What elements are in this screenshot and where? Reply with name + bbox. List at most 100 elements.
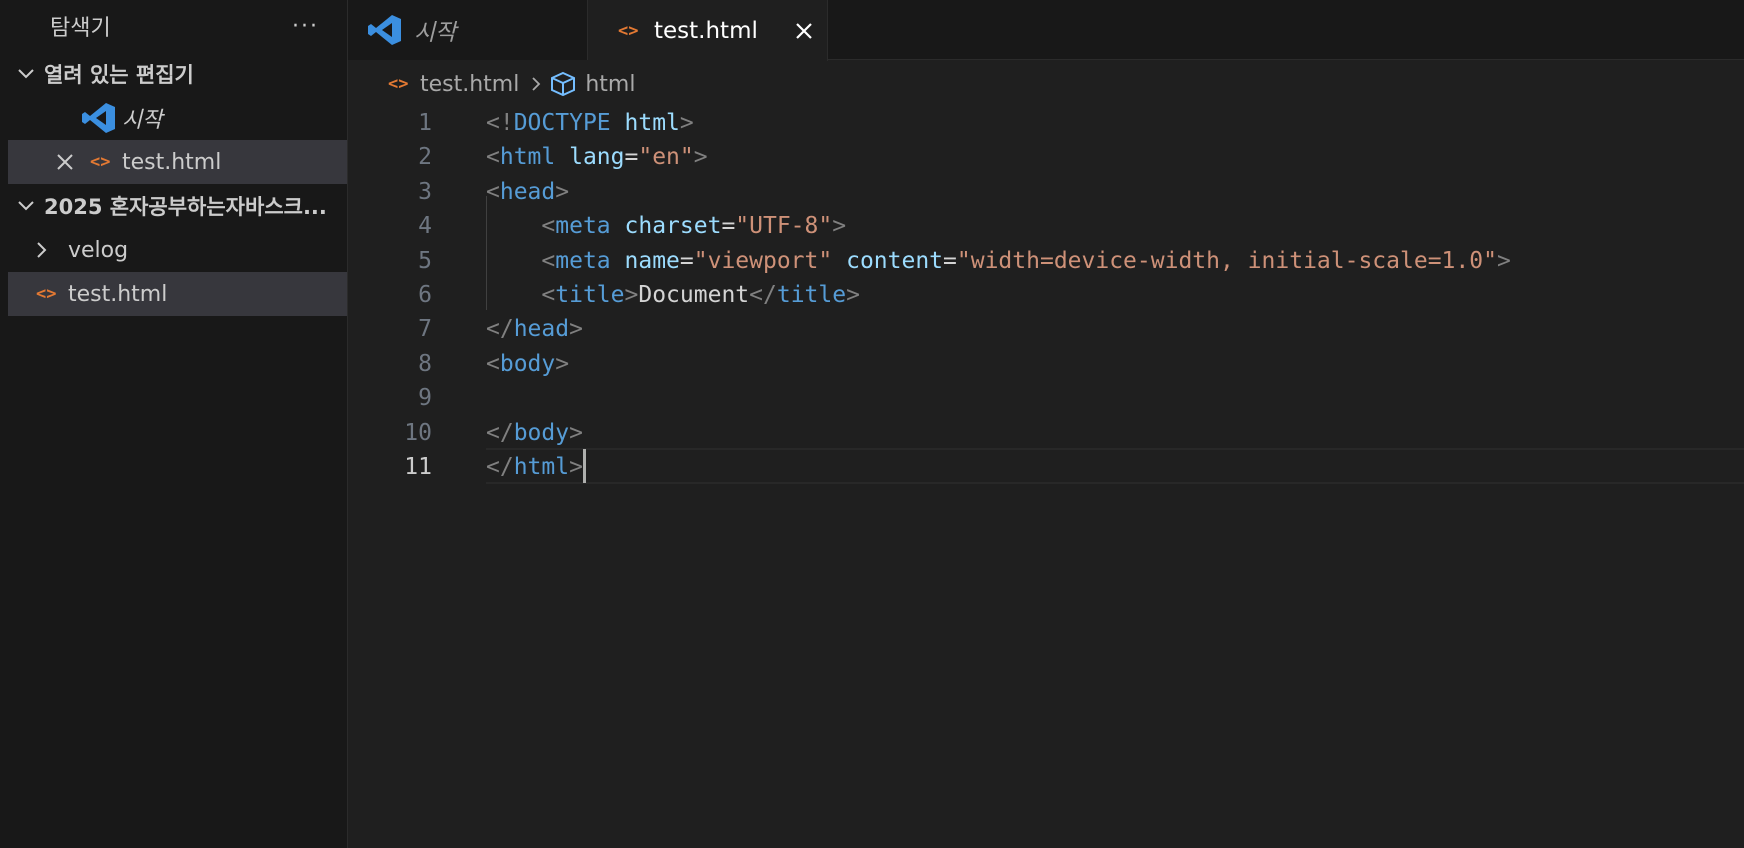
code-token-punc: >: [693, 144, 708, 171]
line-number: 7: [418, 316, 432, 343]
line-number: 6: [418, 282, 432, 308]
tab-start[interactable]: 시작: [348, 0, 588, 60]
code-token-str: "en": [638, 144, 694, 171]
explorer-sidebar: 탐색기 ··· 열려 있는 편집기 시작 <> test.html 2025 혼…: [8, 0, 348, 848]
html-file-icon: <>: [36, 284, 57, 304]
vscode-logo-icon: [368, 14, 414, 46]
line-number: 4: [418, 213, 432, 240]
code-token-punc: </: [486, 316, 514, 343]
line-number: 11: [404, 454, 432, 480]
workspace-label: 2025 혼자공부하는자바스크...: [44, 195, 327, 219]
close-icon[interactable]: [794, 21, 814, 41]
editor-tab-bar: 시작 <> test.html: [348, 0, 1744, 61]
code-line[interactable]: 6 <title>Document</title>: [348, 276, 1744, 314]
close-icon[interactable]: [56, 153, 90, 171]
code-line[interactable]: 9: [348, 379, 1744, 417]
code-text: </head>: [486, 310, 583, 348]
code-token-punc: <!: [486, 110, 514, 136]
code-token-tag: html: [499, 144, 556, 171]
code-token-tag: meta: [555, 247, 611, 274]
code-token-attr: content: [846, 247, 944, 274]
code-token-punc: </: [486, 419, 514, 446]
chevron-right-icon: [531, 76, 541, 92]
vscode-logo-icon: [82, 102, 122, 134]
tab-label: test.html: [654, 17, 758, 44]
line-number: 2: [418, 144, 432, 171]
cube-icon: [549, 71, 577, 97]
text-cursor: [582, 448, 586, 483]
open-editors-section[interactable]: 열려 있는 편집기: [8, 52, 347, 96]
code-text: <html lang="en">: [486, 138, 708, 176]
file-label: test.html: [68, 281, 168, 307]
code-line[interactable]: 3 <head>: [348, 173, 1744, 211]
code-text: <meta charset="UTF-8">: [486, 207, 846, 245]
code-token-attr: html: [624, 110, 680, 136]
code-text: </html>: [486, 448, 586, 486]
code-text: <body>: [486, 345, 569, 383]
code-line[interactable]: 7 </head>: [348, 310, 1744, 348]
breadcrumb-symbol[interactable]: html: [585, 72, 635, 97]
code-text: <head>: [486, 173, 569, 211]
code-token-tag: html: [513, 454, 570, 480]
code-token-tag: head: [513, 316, 570, 343]
code-text: <meta name="viewport" content="width=dev…: [486, 242, 1511, 280]
code-token-tag: DOCTYPE: [513, 110, 611, 136]
workspace-section[interactable]: 2025 혼자공부하는자바스크...: [8, 184, 347, 228]
open-editor-label: test.html: [122, 149, 222, 175]
code-token-punc: </: [486, 454, 514, 480]
explorer-title: 탐색기: [50, 16, 111, 41]
folder-item-velog[interactable]: velog: [8, 228, 347, 272]
breadcrumb: <> test.html html: [348, 62, 1744, 106]
code-text: </body>: [486, 414, 583, 452]
code-token-eq: =: [624, 144, 639, 171]
code-editor[interactable]: 1 <!DOCTYPE html> 2 <html lang="en"> 3 <head>…: [348, 106, 1744, 848]
chevron-down-icon: [8, 200, 44, 212]
code-token-punc: <: [486, 178, 500, 205]
code-token-punc: >: [832, 213, 847, 240]
line-number: 5: [418, 247, 432, 274]
folder-label: velog: [68, 237, 129, 263]
breadcrumb-file[interactable]: test.html: [420, 72, 519, 97]
tab-test-html[interactable]: <> test.html: [588, 0, 828, 61]
code-token-punc: >: [555, 178, 570, 205]
code-line[interactable]: 1 <!DOCTYPE html>: [348, 104, 1744, 142]
code-token-eq: =: [943, 247, 957, 274]
line-number: 8: [418, 350, 432, 377]
code-token-punc: >: [846, 282, 860, 308]
code-token-eq: =: [721, 213, 736, 240]
line-number: 3: [418, 178, 432, 205]
code-token-punc: <: [541, 247, 556, 274]
code-token-tag: title: [555, 282, 625, 308]
code-line[interactable]: 10 </body>: [348, 414, 1744, 452]
open-editors-label: 열려 있는 편집기: [44, 63, 194, 87]
code-token-punc: >: [679, 110, 694, 136]
code-token-punc: <: [486, 350, 500, 377]
code-line[interactable]: 8 <body>: [348, 345, 1744, 383]
open-editor-label: 시작: [122, 108, 163, 133]
open-editor-item-start[interactable]: 시작: [8, 96, 347, 140]
code-token-punc: <: [541, 282, 556, 308]
code-line[interactable]: 11 </html>: [348, 448, 1744, 486]
code-token-punc: >: [1496, 247, 1511, 274]
code-token-punc: >: [555, 350, 570, 377]
code-token-punc: <: [541, 213, 556, 240]
code-token-punc: >: [624, 282, 639, 308]
code-line[interactable]: 2 <html lang="en">: [348, 138, 1744, 176]
code-token-eq: =: [679, 247, 694, 274]
more-actions-icon[interactable]: ···: [292, 14, 319, 39]
open-editor-item-test-html[interactable]: <> test.html: [8, 140, 347, 184]
code-line[interactable]: 4 <meta charset="UTF-8">: [348, 207, 1744, 245]
html-file-icon: <>: [618, 20, 639, 41]
activity-bar-edge: [0, 0, 8, 848]
code-token-attr: name: [624, 247, 680, 274]
file-item-test-html[interactable]: <> test.html: [8, 272, 347, 316]
code-line[interactable]: 5 <meta name="viewport" content="width=d…: [348, 242, 1744, 280]
tab-label: 시작: [414, 20, 457, 46]
